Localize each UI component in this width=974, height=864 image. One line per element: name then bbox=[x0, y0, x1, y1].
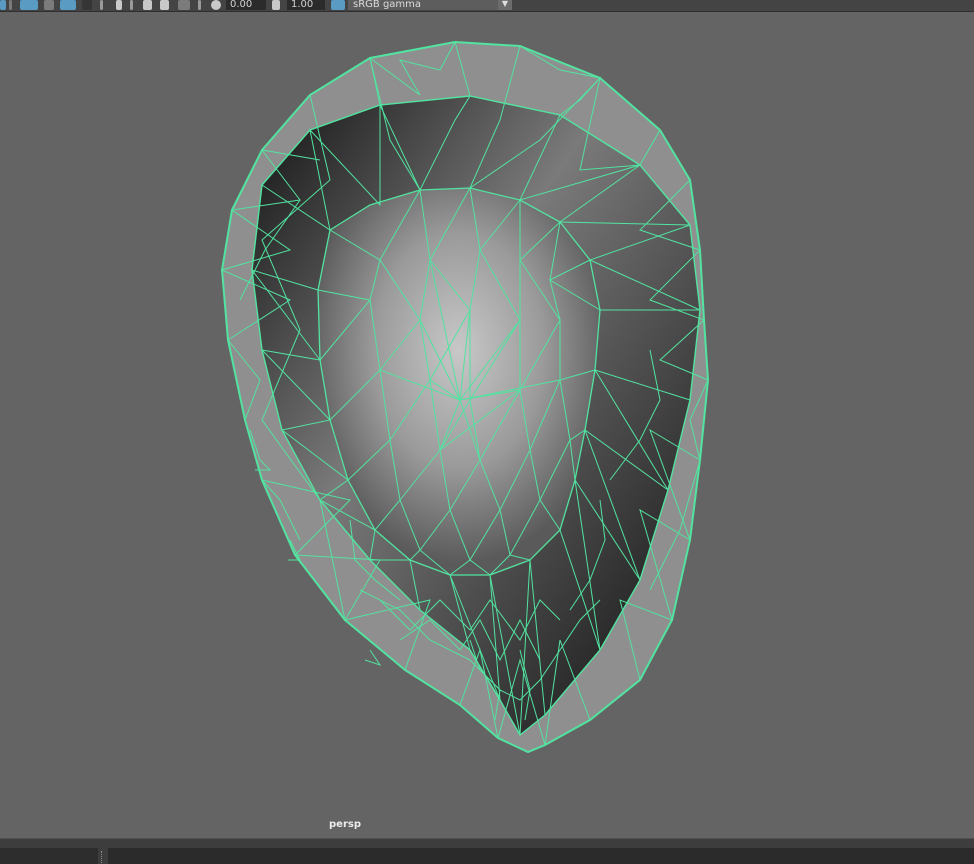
bottom-panel bbox=[0, 838, 974, 864]
gamma-field[interactable]: 1.00 bbox=[287, 0, 325, 10]
xray-icon[interactable] bbox=[60, 0, 76, 10]
color-space-dropdown[interactable]: sRGB gamma ▼ bbox=[348, 0, 512, 10]
resolution-gate-icon[interactable] bbox=[116, 0, 122, 10]
chevron-down-icon[interactable]: ▼ bbox=[498, 0, 512, 10]
helmet-mesh[interactable] bbox=[220, 40, 710, 754]
bottom-left-panel[interactable] bbox=[0, 848, 98, 864]
panel-resize-handle[interactable] bbox=[101, 851, 105, 863]
grid-icon[interactable] bbox=[9, 0, 12, 10]
exposure-field[interactable]: 0.00 bbox=[226, 0, 266, 10]
film-gate-icon[interactable] bbox=[100, 0, 103, 10]
color-space-label: sRGB gamma bbox=[353, 0, 422, 10]
bottom-right-panel[interactable] bbox=[108, 848, 974, 864]
camera-icon[interactable] bbox=[20, 0, 38, 10]
layout-icon[interactable] bbox=[160, 0, 169, 10]
grid-toggle-icon[interactable] bbox=[178, 0, 190, 10]
3d-viewport[interactable] bbox=[0, 12, 974, 838]
isolate-icon[interactable] bbox=[82, 0, 92, 10]
camera-name-label: persp bbox=[329, 819, 361, 830]
exposure-icon[interactable] bbox=[211, 0, 221, 10]
view-transform-icon[interactable] bbox=[0, 0, 6, 10]
viewport-toolbar: 0.00 1.00 sRGB gamma ▼ bbox=[0, 0, 974, 12]
wireframe-icon[interactable] bbox=[44, 0, 54, 10]
safe-action-icon[interactable] bbox=[130, 0, 133, 10]
color-manage-icon[interactable] bbox=[331, 0, 345, 10]
snapshot-icon[interactable] bbox=[143, 0, 152, 10]
gamma-icon[interactable] bbox=[272, 0, 280, 10]
divider-icon bbox=[198, 0, 201, 10]
